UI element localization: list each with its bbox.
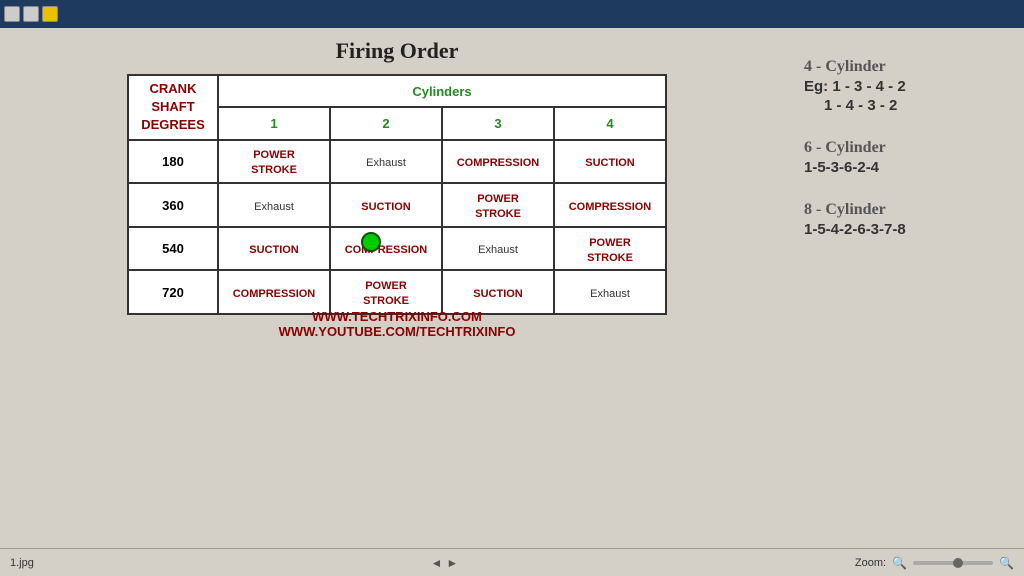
6-cylinder-title: 6 - Cylinder — [804, 139, 1004, 157]
cell-360-1: Exhaust — [218, 183, 330, 227]
zoom-slider[interactable] — [913, 561, 993, 565]
col-1: 1 — [218, 107, 330, 139]
grid-icon — [4, 6, 20, 22]
cell-360-3: PowerStroke — [442, 183, 554, 227]
col-4: 4 — [554, 107, 666, 139]
8-cylinder-group: 8 - Cylinder 1-5-4-2-6-3-7-8 — [804, 201, 1004, 238]
nav-prev[interactable]: ◄ — [430, 556, 442, 570]
4-cylinder-order-2: 1 - 4 - 3 - 2 — [824, 97, 1004, 114]
cell-180-2: Exhaust — [330, 140, 442, 184]
zoom-out-icon[interactable]: 🔍 — [892, 556, 907, 570]
4-cylinder-order-1: Eg: 1 - 3 - 4 - 2 — [804, 78, 1004, 95]
website-1: WWW.TECHTRIXINFO.COM — [279, 309, 516, 324]
right-panel: 4 - Cylinder Eg: 1 - 3 - 4 - 2 1 - 4 - 3… — [804, 38, 1004, 243]
4-cylinder-title: 4 - Cylinder — [804, 58, 1004, 76]
list-icon — [23, 6, 39, 22]
bottom-bar: 1.jpg ◄ ► Zoom: 🔍 🔍 — [0, 548, 1024, 576]
8-cylinder-title: 8 - Cylinder — [804, 201, 1004, 219]
nav-next[interactable]: ► — [446, 556, 458, 570]
website-2: WWW.YOUTUBE.COM/TECHTRIXINFO — [279, 324, 516, 339]
cell-360-2: Suction — [330, 183, 442, 227]
cell-540-1: Suction — [218, 227, 330, 271]
cell-180-3: Compression — [442, 140, 554, 184]
zoom-area: Zoom: 🔍 🔍 — [855, 556, 1014, 570]
websites: WWW.TECHTRIXINFO.COM WWW.YOUTUBE.COM/TEC… — [279, 309, 516, 339]
table-row: 360 Exhaust Suction PowerStroke Compress… — [128, 183, 666, 227]
cell-540-3: Exhaust — [442, 227, 554, 271]
4-cylinder-group: 4 - Cylinder Eg: 1 - 3 - 4 - 2 1 - 4 - 3… — [804, 58, 1004, 114]
6-cylinder-group: 6 - Cylinder 1-5-3-6-2-4 — [804, 139, 1004, 176]
cell-540-4: PowerStroke — [554, 227, 666, 271]
col-3: 3 — [442, 107, 554, 139]
top-bar — [0, 0, 1024, 28]
star-icon — [42, 6, 58, 22]
degree-720: 720 — [128, 270, 218, 314]
8-cylinder-order: 1-5-4-2-6-3-7-8 — [804, 221, 1004, 238]
filename: 1.jpg — [10, 557, 34, 569]
degree-360: 360 — [128, 183, 218, 227]
center-panel: Firing Order CRANK SHAFT DEGREES Cylinde… — [20, 38, 774, 339]
zoom-slider-thumb — [953, 558, 963, 568]
firing-table: CRANK SHAFT DEGREES Cylinders 1 2 3 4 18… — [127, 74, 667, 301]
cell-180-1: PowerStroke — [218, 140, 330, 184]
col-2: 2 — [330, 107, 442, 139]
table-row: 540 Suction Compression Exhaust PowerStr… — [128, 227, 666, 271]
6-cylinder-order: 1-5-3-6-2-4 — [804, 159, 1004, 176]
degree-180: 180 — [128, 140, 218, 184]
zoom-label: Zoom: — [855, 557, 886, 569]
zoom-in-icon[interactable]: 🔍 — [999, 556, 1014, 570]
cell-180-4: Suction — [554, 140, 666, 184]
cell-720-4: Exhaust — [554, 270, 666, 314]
degree-540: 540 — [128, 227, 218, 271]
cylinders-header: Cylinders — [218, 75, 666, 107]
cell-540-2: Compression — [330, 227, 442, 271]
table-row: 180 PowerStroke Exhaust Compression Suct… — [128, 140, 666, 184]
main-content: Firing Order CRANK SHAFT DEGREES Cylinde… — [0, 28, 1024, 548]
crankshaft-header: CRANK SHAFT DEGREES — [128, 75, 218, 140]
page-title: Firing Order — [336, 38, 459, 64]
cell-360-4: Compression — [554, 183, 666, 227]
nav-arrows[interactable]: ◄ ► — [430, 556, 458, 570]
